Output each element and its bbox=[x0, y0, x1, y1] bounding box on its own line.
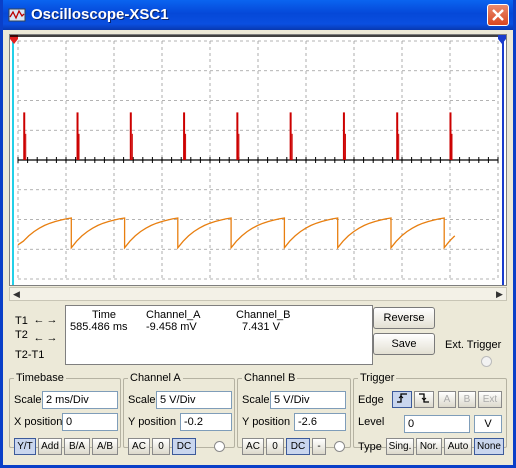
t1-label: T1 bbox=[15, 315, 28, 327]
cursor-t2-handle-icon[interactable] bbox=[498, 35, 506, 44]
mode-ba-button[interactable]: B/A bbox=[64, 438, 90, 455]
trigger-level-input[interactable]: 0 bbox=[404, 415, 470, 433]
header-channel-a: Channel_A bbox=[146, 309, 201, 321]
type-label: Type bbox=[358, 441, 382, 453]
measurement-panel: T1 ← → T2 ← → T2-T1 Time Channel_A Chann… bbox=[9, 303, 507, 371]
controls-area: Timebase Scale 2 ms/Div X position 0 Y/T… bbox=[9, 372, 507, 462]
channel-b-ypos-label: Y position bbox=[242, 416, 291, 428]
cursor-controls: T1 ← → T2 ← → T2-T1 bbox=[9, 305, 61, 365]
t2-left-arrow-icon[interactable]: ← bbox=[33, 332, 45, 344]
channel-a-dc-button[interactable]: DC bbox=[172, 438, 196, 455]
t1-left-arrow-icon[interactable]: ← bbox=[33, 314, 45, 326]
horizontal-scrollbar[interactable]: ◀ ▶ bbox=[9, 287, 507, 301]
save-button[interactable]: Save bbox=[373, 333, 435, 355]
channel-a-scale-input[interactable]: 5 V/Div bbox=[156, 391, 232, 409]
title-bar[interactable]: Oscilloscope-XSC1 bbox=[3, 0, 513, 30]
t2-t1-label: T2-T1 bbox=[15, 349, 45, 361]
edge-label: Edge bbox=[358, 394, 384, 406]
channel-a-terminal-icon[interactable] bbox=[214, 441, 225, 452]
channel-a-scale-label: Scale bbox=[128, 394, 156, 406]
trigger-normal-button[interactable]: Nor. bbox=[416, 438, 442, 455]
rising-edge-glyph bbox=[396, 393, 408, 407]
t1-right-arrow-icon[interactable]: → bbox=[46, 314, 58, 326]
trigger-source-a-button[interactable]: A bbox=[438, 391, 456, 408]
ext-trigger-label: Ext. Trigger bbox=[445, 339, 502, 351]
trigger-none-button[interactable]: None bbox=[474, 438, 504, 455]
falling-edge-glyph bbox=[418, 393, 430, 407]
channel-b-scale-input[interactable]: 5 V/Div bbox=[270, 391, 346, 409]
mode-add-button[interactable]: Add bbox=[38, 438, 62, 455]
trigger-level-unit[interactable]: V bbox=[474, 415, 502, 433]
channel-b-dc-button[interactable]: DC bbox=[286, 438, 310, 455]
ext-trigger-terminal-icon[interactable] bbox=[481, 356, 492, 367]
center-axis bbox=[17, 157, 499, 163]
channel-b-scale-label: Scale bbox=[242, 394, 270, 406]
mode-ab-button[interactable]: A/B bbox=[92, 438, 118, 455]
channel-b-value: 7.431 V bbox=[242, 321, 280, 333]
close-button[interactable] bbox=[487, 4, 509, 26]
trigger-source-b-button[interactable]: B bbox=[458, 391, 476, 408]
waveforms bbox=[17, 112, 456, 250]
trigger-source-ext-button[interactable]: Ext bbox=[478, 391, 502, 408]
scroll-left-icon[interactable]: ◀ bbox=[10, 288, 23, 300]
channel-a-ypos-input[interactable]: -0.2 bbox=[180, 413, 232, 431]
oscilloscope-app-icon bbox=[8, 8, 26, 22]
t2-right-arrow-icon[interactable]: → bbox=[46, 332, 58, 344]
channel-b-trace bbox=[17, 217, 456, 250]
channel-b-zero-button[interactable]: 0 bbox=[266, 438, 284, 455]
channel-b-ac-button[interactable]: AC bbox=[242, 438, 264, 455]
x-position-label: X position bbox=[14, 416, 63, 428]
trigger-group: Trigger Edge A B Ext Level 0 V Type Sing… bbox=[353, 372, 507, 455]
header-channel-b: Channel_B bbox=[236, 309, 291, 321]
window-title: Oscilloscope-XSC1 bbox=[31, 6, 169, 23]
t2-label: T2 bbox=[15, 329, 28, 341]
timebase-scale-input[interactable]: 2 ms/Div bbox=[42, 391, 118, 409]
scroll-right-icon[interactable]: ▶ bbox=[493, 288, 506, 300]
timebase-group: Timebase Scale 2 ms/Div X position 0 Y/T… bbox=[9, 372, 121, 455]
time-value: 585.486 ms bbox=[70, 321, 128, 333]
channel-a-ypos-label: Y position bbox=[128, 416, 177, 428]
timebase-scale-label: Scale bbox=[14, 394, 42, 406]
mode-yt-button[interactable]: Y/T bbox=[14, 438, 36, 455]
channel-a-zero-button[interactable]: 0 bbox=[152, 438, 170, 455]
falling-edge-icon[interactable] bbox=[414, 391, 434, 408]
channel-b-ypos-input[interactable]: -2.6 bbox=[294, 413, 346, 431]
header-time: Time bbox=[92, 309, 117, 321]
waveform-plot bbox=[10, 35, 506, 285]
trigger-legend: Trigger bbox=[360, 372, 395, 384]
channel-b-legend: Channel B bbox=[244, 372, 296, 384]
scope-display bbox=[9, 34, 507, 286]
channel-b-group: Channel B Scale 5 V/Div Y position -2.6 … bbox=[237, 372, 351, 455]
channel-a-legend: Channel A bbox=[130, 372, 181, 384]
oscilloscope-window: Oscilloscope-XSC1 ◀ ▶ T1 ← → T2 ← → T2-T… bbox=[0, 0, 516, 468]
timebase-legend: Timebase bbox=[16, 372, 64, 384]
trigger-single-button[interactable]: Sing. bbox=[386, 438, 414, 455]
close-icon bbox=[492, 9, 504, 21]
channel-a-ac-button[interactable]: AC bbox=[128, 438, 150, 455]
readout-table: Time Channel_A Channel_B 585.486 ms -9.4… bbox=[65, 305, 373, 365]
trigger-auto-button[interactable]: Auto bbox=[444, 438, 472, 455]
level-label: Level bbox=[358, 416, 385, 428]
channel-a-group: Channel A Scale 5 V/Div Y position -0.2 … bbox=[123, 372, 235, 455]
channel-b-invert-button[interactable]: - bbox=[312, 438, 326, 455]
x-position-input[interactable]: 0 bbox=[62, 413, 118, 431]
rising-edge-icon[interactable] bbox=[392, 391, 412, 408]
channel-a-value: -9.458 mV bbox=[146, 321, 197, 333]
reverse-button[interactable]: Reverse bbox=[373, 307, 435, 329]
channel-b-terminal-icon[interactable] bbox=[334, 441, 345, 452]
